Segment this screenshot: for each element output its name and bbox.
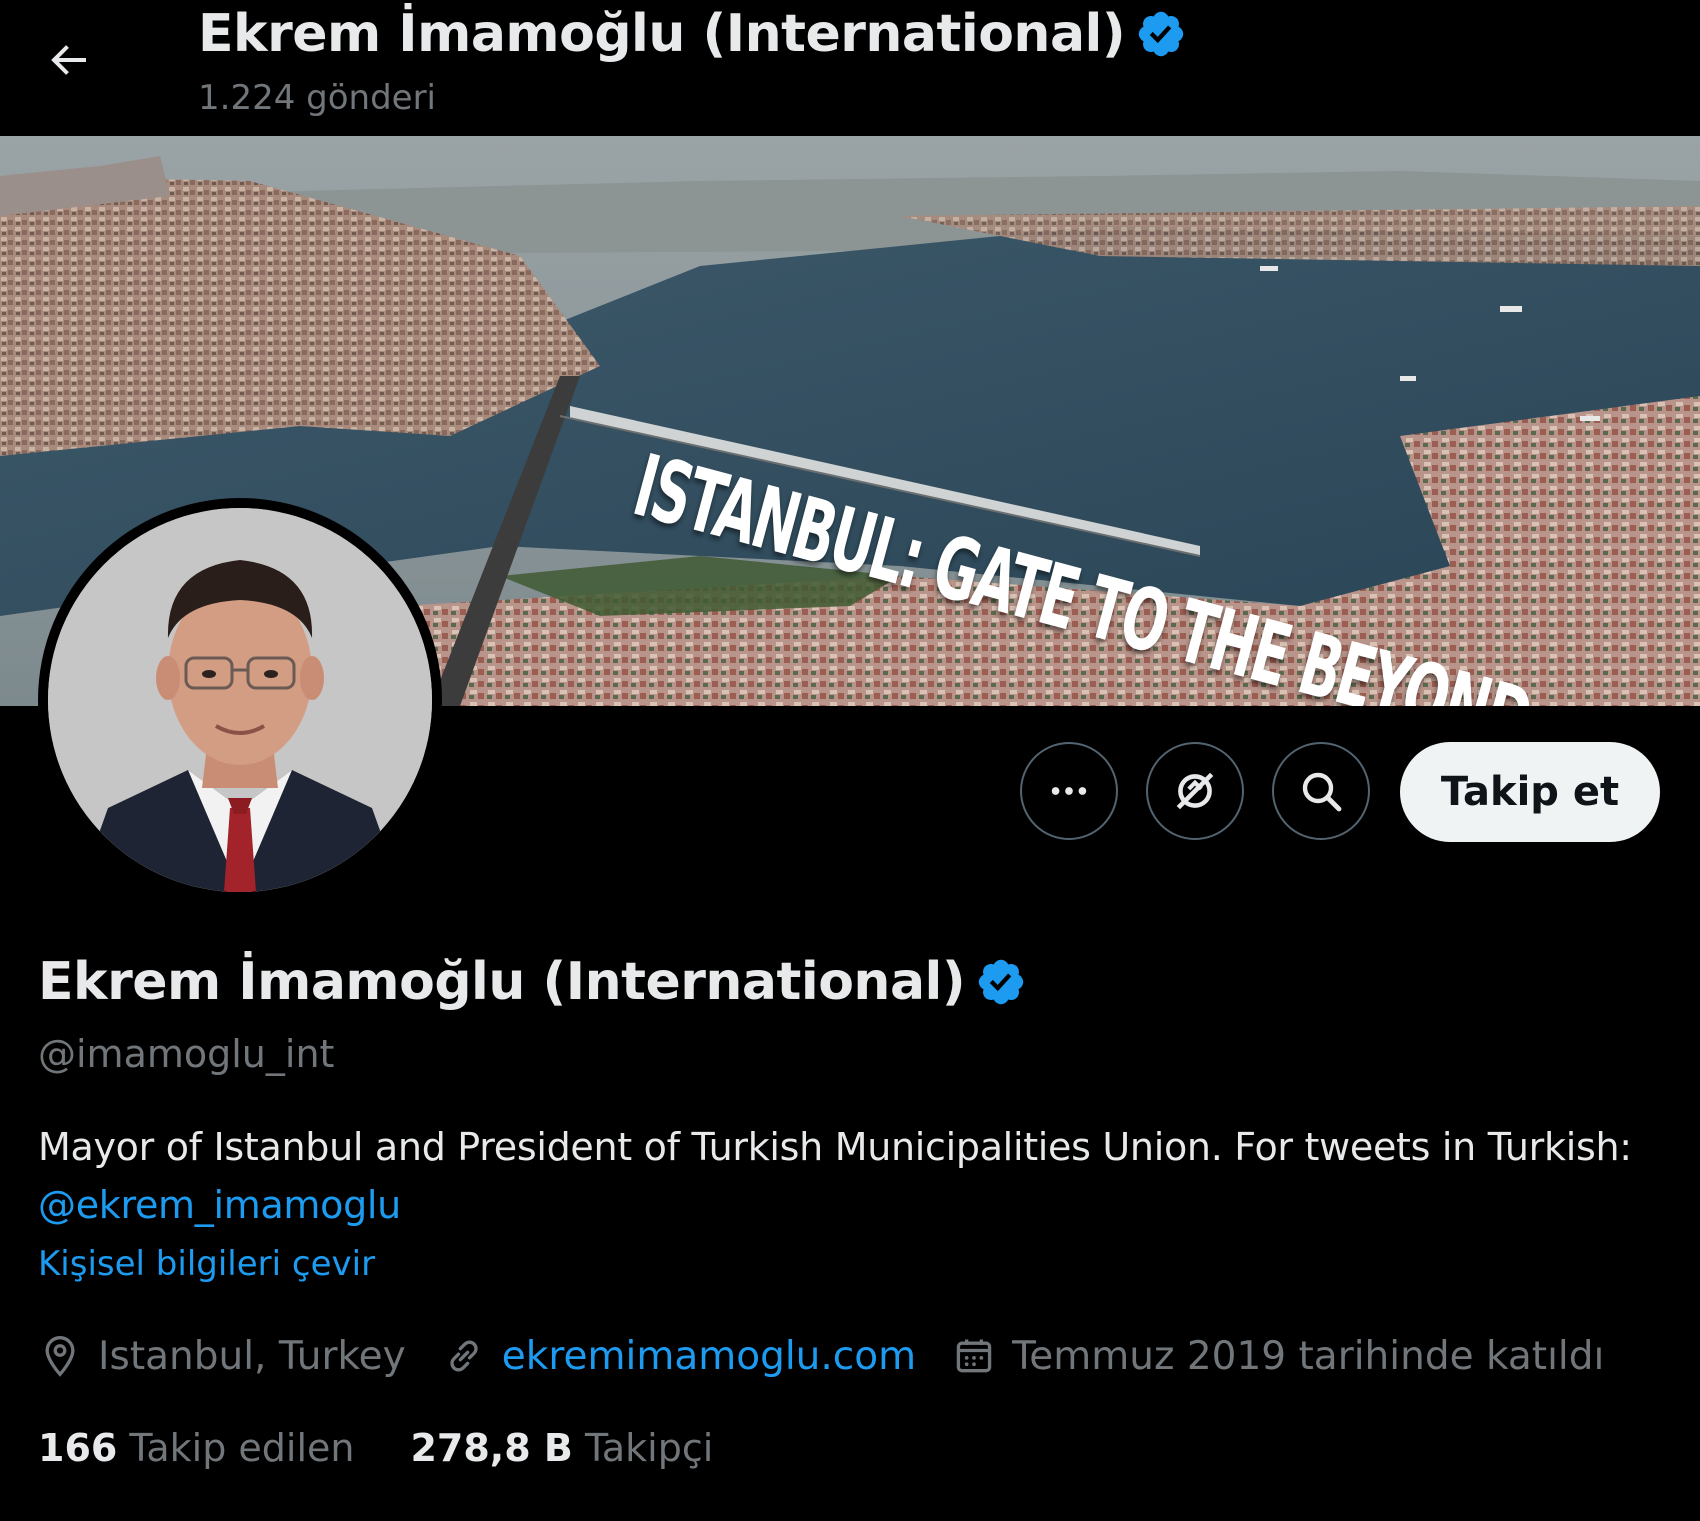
location-item: Istanbul, Turkey (38, 1334, 406, 1379)
following-count: 166 (38, 1426, 118, 1470)
joined-text: Temmuz 2019 tarihinde katıldı (1012, 1333, 1605, 1379)
profile-avatar[interactable] (38, 498, 442, 902)
profile-handle: @imamoglu_int (38, 1032, 335, 1076)
calendar-icon (956, 1339, 992, 1373)
follow-button[interactable]: Takip et (1400, 742, 1660, 842)
back-button[interactable] (38, 30, 98, 90)
link-icon (450, 1340, 478, 1372)
bio-text: Mayor of Istanbul and President of Turki… (38, 1125, 1632, 1169)
notification-subscribe-button[interactable] (1146, 742, 1244, 840)
more-dots-icon (1051, 787, 1087, 795)
profile-name-text: Ekrem İmamoğlu (International) (38, 952, 966, 1012)
website-link[interactable]: ekremimamoglu.com (502, 1334, 916, 1379)
notification-off-icon (1176, 772, 1214, 810)
location-text: Istanbul, Turkey (98, 1333, 406, 1379)
followers-label: Takipçi (584, 1426, 714, 1470)
avatar-portrait-image (48, 508, 432, 892)
search-icon (1302, 772, 1342, 812)
profile-bio: Mayor of Istanbul and President of Turki… (38, 1118, 1658, 1234)
translate-bio-link[interactable]: Kişisel bilgileri çevir (38, 1244, 375, 1284)
bio-mention-link[interactable]: @ekrem_imamoglu (38, 1183, 401, 1227)
header-title-text: Ekrem İmamoğlu (International) (198, 4, 1126, 64)
following-label: Takip edilen (129, 1426, 355, 1470)
search-profile-button[interactable] (1272, 742, 1370, 840)
avatar-photo (48, 508, 432, 892)
website-item: ekremimamoglu.com (442, 1334, 916, 1379)
verified-badge-icon[interactable] (975, 956, 1027, 1008)
header-title: Ekrem İmamoğlu (International) (198, 4, 1187, 64)
location-pin-icon (45, 1336, 75, 1377)
joined-item: Temmuz 2019 tarihinde katıldı (952, 1334, 1604, 1379)
profile-stats: 166 Takip edilen 278,8 B Takipçi (38, 1426, 769, 1470)
following-stat[interactable]: 166 Takip edilen (38, 1426, 354, 1470)
arrow-left-icon (51, 45, 86, 75)
profile-name: Ekrem İmamoğlu (International) (38, 952, 1027, 1012)
verified-badge-icon (1138, 11, 1184, 57)
followers-count: 278,8 B (410, 1426, 573, 1470)
top-header: Ekrem İmamoğlu (International) 1.224 gön… (0, 0, 1700, 136)
post-count: 1.224 gönderi (198, 78, 436, 118)
more-button[interactable] (1020, 742, 1118, 840)
followers-stat[interactable]: 278,8 B Takipçi (410, 1426, 713, 1470)
profile-meta: Istanbul, Turkey ekremimamoglu.com Temmu… (38, 1328, 1640, 1384)
